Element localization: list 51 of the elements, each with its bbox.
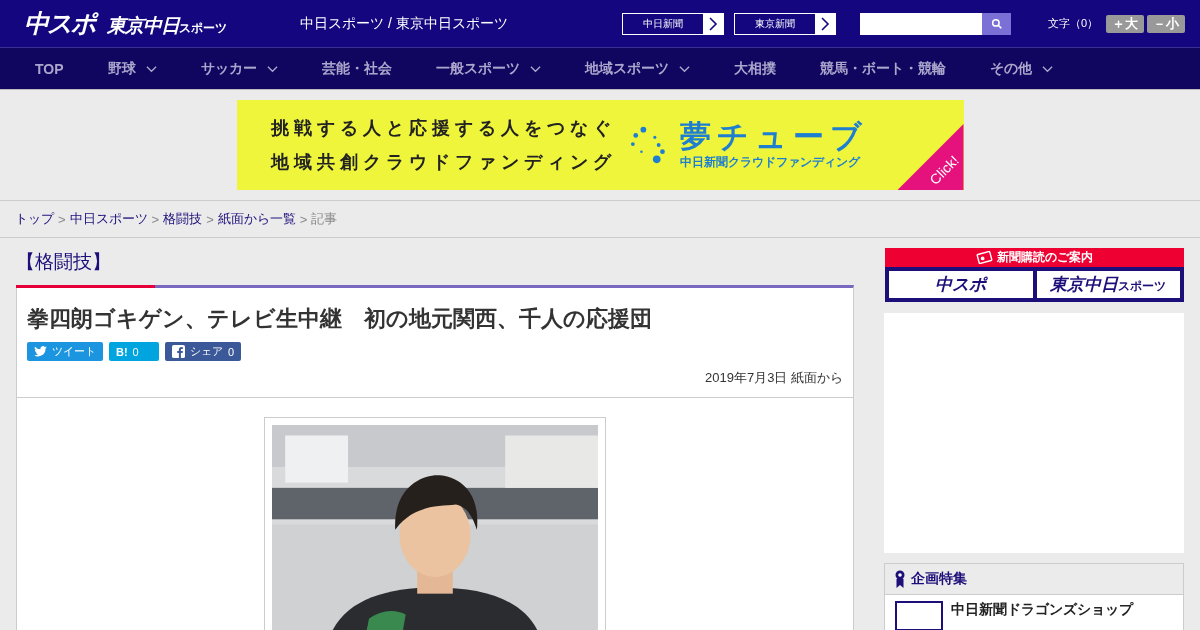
breadcrumb-separator: > bbox=[151, 211, 160, 227]
nav-item[interactable]: 地域スポーツ bbox=[584, 59, 690, 78]
award-ribbon-icon bbox=[895, 570, 905, 588]
breadcrumb-separator: > bbox=[299, 211, 308, 227]
banner-text: 地域共創クラウドファンディング bbox=[270, 151, 616, 174]
chevron-right-icon bbox=[815, 13, 835, 34]
feature-title: 企画特集 bbox=[911, 570, 967, 588]
nav-item[interactable]: 芸能・社会 bbox=[321, 59, 392, 78]
newspaper-logo-link[interactable]: 中スポ bbox=[889, 271, 1033, 298]
chevron-right-icon bbox=[703, 13, 723, 34]
bird-icon bbox=[34, 346, 47, 357]
subscribe-title: 新聞購読のご案内 bbox=[997, 249, 1093, 266]
nav-item[interactable]: サッカー bbox=[200, 59, 278, 78]
breadcrumb-separator: > bbox=[58, 211, 66, 227]
feature-item[interactable]: 中日新聞ドラゴンズショップ bbox=[885, 595, 1183, 630]
banner-text: 挑戦する人と応援する人をつなぐ bbox=[270, 117, 616, 140]
nav-item[interactable]: 野球 bbox=[107, 59, 157, 78]
breadcrumb-separator: > bbox=[206, 211, 214, 227]
search-button[interactable] bbox=[982, 12, 1011, 35]
site-tagline: 中日スポーツ / 東京中日スポーツ bbox=[300, 14, 509, 33]
site-logo[interactable]: 東京中日スポーツ bbox=[107, 13, 227, 39]
nav-item[interactable]: その他 bbox=[989, 59, 1053, 78]
article-dateline: 2019年7月3日 紙面から bbox=[704, 369, 843, 387]
article-title: 拳四朗ゴキゲン、テレビ生中継 初の地元関西、千人の応援団 bbox=[27, 305, 653, 333]
search-icon bbox=[990, 17, 1003, 30]
facebook-icon bbox=[172, 345, 185, 358]
breadcrumb-link[interactable]: 中日スポーツ bbox=[69, 210, 148, 228]
shop-thumbnail-icon bbox=[895, 601, 943, 630]
search-field[interactable] bbox=[860, 12, 982, 35]
breadcrumb-current: 記事 bbox=[311, 210, 338, 228]
breadcrumb-link[interactable]: トップ bbox=[15, 210, 54, 228]
share-button[interactable]: シェア 0 bbox=[165, 342, 242, 361]
newspaper-logo-link[interactable]: 東京中日スポーツ bbox=[1036, 271, 1180, 298]
breadcrumb-link[interactable]: 紙面から一覧 bbox=[217, 210, 296, 228]
nav-item[interactable]: 一般スポーツ bbox=[435, 59, 541, 78]
text-size-label: 文字（0） bbox=[1048, 16, 1099, 31]
newspaper-link[interactable]: 東京新聞 bbox=[734, 12, 836, 35]
breadcrumb-link[interactable]: 格闘技 bbox=[163, 210, 203, 228]
nav-item[interactable]: 競馬・ボート・競輪 bbox=[819, 59, 946, 78]
chevron-down-icon bbox=[266, 64, 278, 73]
newspaper-link[interactable]: 中日新聞 bbox=[622, 12, 724, 35]
chevron-down-icon bbox=[678, 64, 690, 73]
category-heading: 【格闘技】 bbox=[16, 250, 112, 274]
banner-brand: 夢チューブ bbox=[679, 119, 868, 154]
newspaper-icon bbox=[976, 251, 993, 264]
chevron-down-icon bbox=[145, 64, 157, 73]
nav-item[interactable]: 大相撲 bbox=[733, 59, 776, 78]
chevron-down-icon bbox=[529, 64, 541, 73]
nav-item[interactable]: TOP bbox=[35, 60, 64, 77]
chevron-down-icon bbox=[1041, 64, 1053, 73]
banner-subtitle: 中日新聞クラウドファンディング bbox=[679, 153, 862, 171]
